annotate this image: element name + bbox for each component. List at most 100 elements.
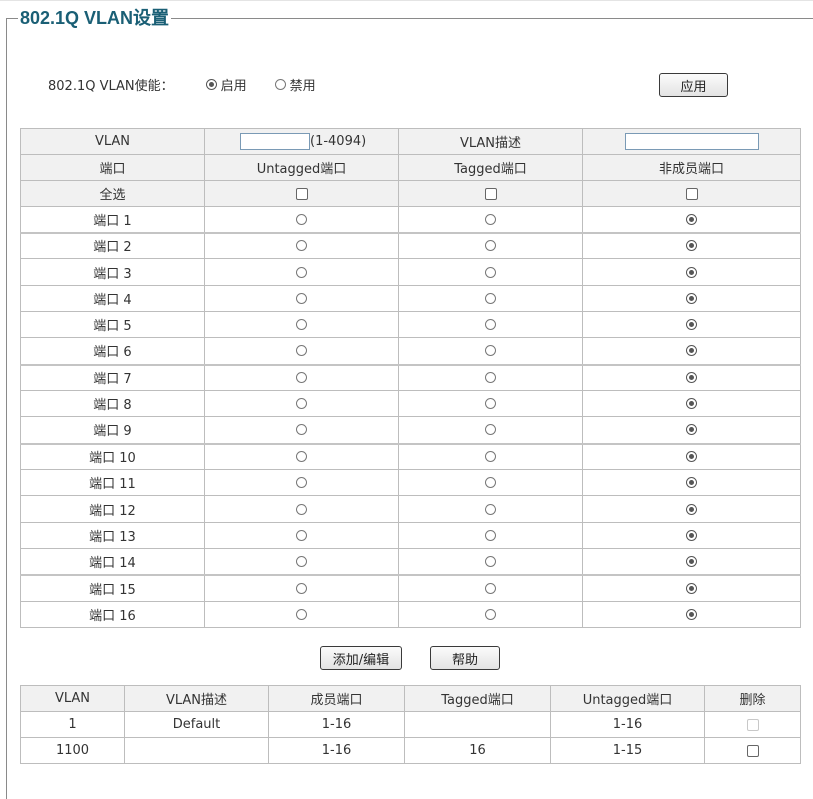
port-tagged-radio[interactable] <box>485 582 496 594</box>
port-untagged-radio[interactable] <box>296 609 307 620</box>
port-nonmember-radio[interactable] <box>686 319 697 330</box>
port-nonmember-radio[interactable] <box>686 266 697 278</box>
port-untagged-radio[interactable] <box>296 451 307 463</box>
vlan-list-vlan-cell: 1100 <box>20 737 125 764</box>
col-header-nonmember: 非成员端口 <box>582 154 801 181</box>
port-untagged-radio[interactable] <box>296 530 307 541</box>
port-untagged-cell <box>204 522 399 549</box>
port-tagged-radio[interactable] <box>485 424 496 436</box>
port-nonmember-radio[interactable] <box>686 451 697 463</box>
port-untagged-cell <box>204 285 399 312</box>
port-nonmember-cell <box>582 311 801 338</box>
port-untagged-radio[interactable] <box>296 293 307 304</box>
vlan-desc-input[interactable] <box>624 133 759 150</box>
port-nonmember-radio[interactable] <box>686 398 697 409</box>
port-nonmember-radio[interactable] <box>686 345 697 357</box>
port-tagged-cell <box>398 416 583 444</box>
port-label: 端口 7 <box>20 363 205 391</box>
port-nonmember-radio[interactable] <box>686 293 697 304</box>
port-tagged-radio[interactable] <box>485 372 496 384</box>
enable-option[interactable]: 启用 <box>205 75 247 94</box>
port-nonmember-cell <box>582 601 801 628</box>
port-row: 端口 1 <box>20 206 801 233</box>
port-nonmember-radio[interactable] <box>686 609 697 620</box>
help-button[interactable]: 帮助 <box>430 646 500 670</box>
list-header-untagged: Untagged端口 <box>550 685 705 712</box>
port-row: 端口 13 <box>20 522 801 549</box>
port-nonmember-cell <box>582 442 801 470</box>
port-nonmember-radio[interactable] <box>686 424 697 436</box>
port-untagged-cell <box>204 363 399 391</box>
port-untagged-radio[interactable] <box>296 345 307 357</box>
apply-button[interactable]: 应用 <box>659 73 728 97</box>
select-all-tagged-checkbox[interactable] <box>484 187 497 200</box>
port-untagged-cell <box>204 206 399 233</box>
vlan-desc-cell <box>582 128 801 155</box>
select-all-untagged-checkbox[interactable] <box>295 187 308 200</box>
vlan-list-tagged-cell <box>404 711 551 738</box>
disable-radio[interactable] <box>274 78 286 90</box>
port-tagged-radio[interactable] <box>485 530 496 541</box>
port-tagged-cell <box>398 258 583 286</box>
port-untagged-cell <box>204 495 399 523</box>
port-untagged-radio[interactable] <box>296 477 307 488</box>
port-untagged-radio[interactable] <box>296 398 307 409</box>
port-tagged-radio[interactable] <box>485 266 496 278</box>
port-nonmember-radio[interactable] <box>686 213 697 225</box>
port-tagged-radio[interactable] <box>485 555 496 567</box>
port-tagged-cell <box>398 390 583 417</box>
vlan-id-input[interactable] <box>240 133 310 150</box>
port-untagged-radio[interactable] <box>296 319 307 330</box>
delete-checkbox <box>746 718 759 731</box>
port-nonmember-cell <box>582 390 801 417</box>
port-nonmember-radio[interactable] <box>686 555 697 567</box>
add-edit-button[interactable]: 添加/编辑 <box>320 646 402 670</box>
enable-radio[interactable] <box>205 78 217 90</box>
vlan-list-row: 1 Default 1-16 1-16 <box>20 711 801 738</box>
port-nonmember-radio[interactable] <box>686 477 697 488</box>
port-tagged-radio[interactable] <box>485 503 496 515</box>
port-label: 端口 13 <box>20 522 205 549</box>
port-nonmember-radio[interactable] <box>686 530 697 541</box>
port-label: 端口 4 <box>20 285 205 312</box>
vlan-list-untagged-cell: 1-15 <box>550 737 705 764</box>
port-untagged-radio[interactable] <box>296 582 307 594</box>
port-tagged-radio[interactable] <box>485 477 496 488</box>
port-nonmember-cell <box>582 206 801 233</box>
port-tagged-radio[interactable] <box>485 293 496 304</box>
port-untagged-radio[interactable] <box>296 213 307 225</box>
port-untagged-radio[interactable] <box>296 555 307 567</box>
port-nonmember-radio[interactable] <box>686 240 697 252</box>
port-tagged-cell <box>398 285 583 312</box>
col-header-port: 端口 <box>20 154 205 181</box>
delete-checkbox[interactable] <box>746 744 759 757</box>
port-tagged-radio[interactable] <box>485 609 496 620</box>
select-all-nonmember-checkbox[interactable] <box>685 187 698 200</box>
port-untagged-radio[interactable] <box>296 372 307 384</box>
port-tagged-radio[interactable] <box>485 451 496 463</box>
port-tagged-radio[interactable] <box>485 398 496 409</box>
port-tagged-cell <box>398 522 583 549</box>
port-label: 端口 3 <box>20 258 205 286</box>
port-untagged-cell <box>204 311 399 338</box>
port-tagged-radio[interactable] <box>485 319 496 330</box>
port-nonmember-cell <box>582 337 801 365</box>
port-tagged-radio[interactable] <box>485 240 496 252</box>
port-untagged-radio[interactable] <box>296 503 307 515</box>
port-untagged-radio[interactable] <box>296 266 307 278</box>
port-untagged-radio[interactable] <box>296 240 307 252</box>
port-tagged-radio[interactable] <box>485 213 496 225</box>
port-tagged-cell <box>398 363 583 391</box>
disable-option-label: 禁用 <box>289 78 316 94</box>
vlan-list-members-cell: 1-16 <box>268 711 405 738</box>
port-nonmember-radio[interactable] <box>686 582 697 594</box>
vlan-list-vlan-cell: 1 <box>20 711 125 738</box>
port-row: 端口 14 <box>20 548 801 575</box>
list-header-members: 成员端口 <box>268 685 405 712</box>
port-nonmember-radio[interactable] <box>686 503 697 515</box>
port-nonmember-radio[interactable] <box>686 372 697 384</box>
port-untagged-radio[interactable] <box>296 424 307 436</box>
disable-option[interactable]: 禁用 <box>274 75 316 94</box>
port-tagged-radio[interactable] <box>485 345 496 357</box>
select-all-label: 全选 <box>20 180 205 207</box>
